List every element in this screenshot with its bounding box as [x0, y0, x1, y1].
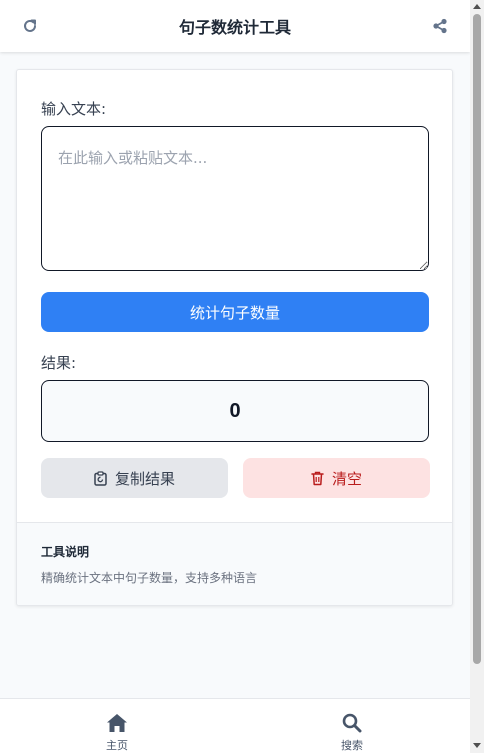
input-label: 输入文本: [41, 100, 107, 118]
description-title: 工具说明 [41, 545, 90, 559]
clear-button[interactable]: 清空 [243, 458, 430, 498]
description-text: 精确统计文本中句子数量，支持多种语言 [41, 571, 258, 585]
refresh-button[interactable] [18, 14, 42, 38]
nav-item-home-label: 主页 [106, 739, 128, 752]
tool-card: 输入文本: 统计句子数量 结果: 0 复制结果 清空 工具说明 精确统计文本中句… [16, 69, 453, 606]
nav-item-search-label: 搜索 [341, 739, 363, 752]
scroll-down-arrow-icon[interactable] [473, 743, 481, 748]
share-icon [433, 18, 447, 34]
search-icon [342, 713, 362, 733]
scrollbar-thumb[interactable] [473, 14, 481, 664]
tool-description: 工具说明 精确统计文本中句子数量，支持多种语言 [17, 522, 452, 605]
share-button[interactable] [428, 14, 452, 38]
count-sentences-button[interactable]: 统计句子数量 [41, 292, 429, 332]
nav-item-home[interactable]: 主页 [77, 713, 157, 753]
home-icon [107, 714, 127, 732]
trash-icon [311, 471, 324, 485]
copy-result-label: 复制结果 [114, 469, 175, 488]
result-label: 结果: [41, 354, 77, 372]
text-input[interactable] [41, 126, 429, 271]
vertical-scrollbar[interactable] [470, 0, 484, 753]
nav-item-search[interactable]: 搜索 [312, 713, 392, 753]
clear-label: 清空 [331, 469, 362, 488]
result-value: 0 [41, 380, 429, 442]
refresh-icon [24, 19, 36, 32]
scroll-up-arrow-icon[interactable] [473, 4, 481, 9]
result-number: 0 [229, 399, 241, 422]
app-header: 句子数统计工具 [0, 0, 470, 52]
clipboard-icon [94, 470, 107, 486]
bottom-nav: 主页 搜索 [0, 698, 470, 753]
copy-result-button[interactable]: 复制结果 [41, 458, 228, 498]
page-title: 句子数统计工具 [178, 18, 291, 37]
